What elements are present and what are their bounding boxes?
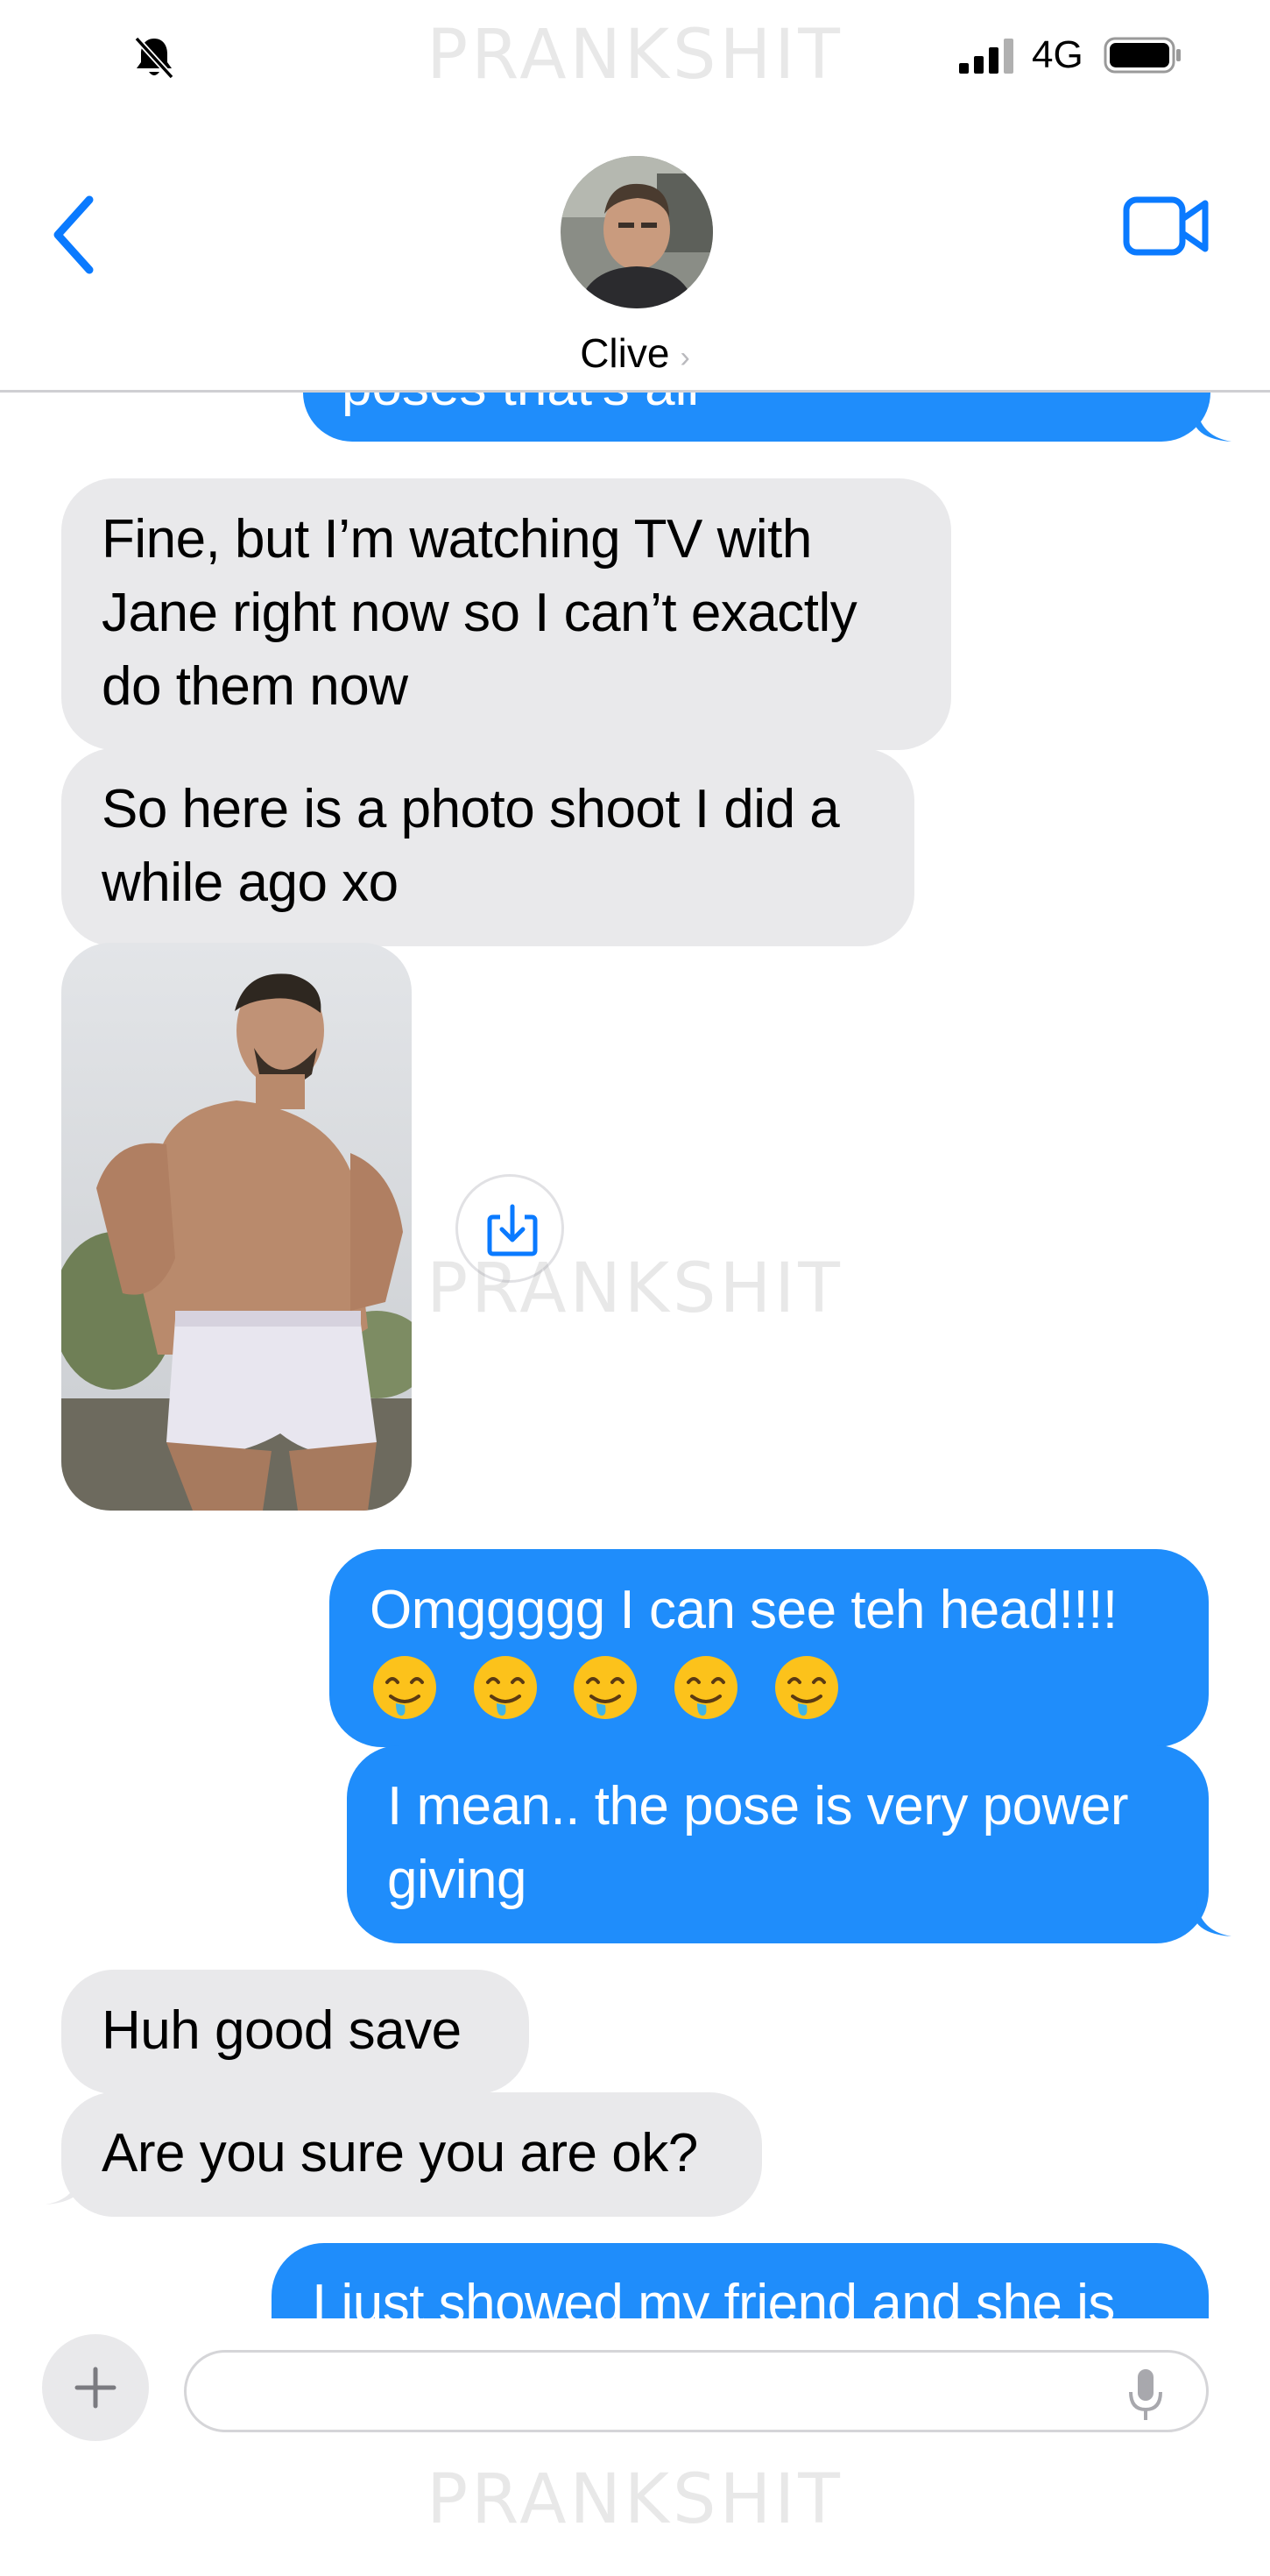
apps-button[interactable] (42, 2334, 149, 2441)
message-bubble-outgoing[interactable]: I mean.. the pose is very power giving (347, 1745, 1209, 1943)
message-text: So here is a photo shoot I did a while a… (102, 779, 840, 913)
message-bubble-incoming[interactable]: Are you sure you are ok? (61, 2092, 762, 2217)
message-text: I mean.. the pose is very power giving (387, 1776, 1129, 1910)
drooling-face-emoji (473, 1655, 537, 1719)
drooling-face-emoji (373, 1655, 436, 1719)
avatar[interactable] (561, 156, 713, 308)
message-bubble-incoming[interactable]: Fine, but I’m watching TV with Jane righ… (61, 478, 951, 750)
message-text: Huh good save (102, 2000, 462, 2061)
conversation-header: Clive › (0, 114, 1270, 393)
watermark-middle: PRANKSHIT (427, 1249, 843, 1328)
message-bubble-incoming[interactable]: So here is a photo shoot I did a while a… (61, 748, 914, 946)
message-text: I just showed my friend and she is (312, 2274, 1115, 2318)
message-text: Fine, but I’m watching TV with Jane righ… (102, 509, 857, 717)
message-text: Omggggg I can see teh head!!!! (370, 1580, 1118, 1640)
message-clip-bottom: I just showed my friend and she is (272, 2243, 1209, 2318)
contact-name-button[interactable]: Clive › (0, 329, 1270, 377)
contact-name: Clive (580, 330, 670, 376)
message-bubble-incoming[interactable]: Huh good save (61, 1970, 529, 2094)
emoji-row (370, 1647, 1168, 1721)
compose-bar (0, 2318, 1270, 2459)
message-text: Are you sure you are ok? (102, 2123, 698, 2183)
drooling-face-emoji (774, 1655, 838, 1719)
drooling-face-emoji (574, 1655, 638, 1719)
message-input[interactable] (184, 2350, 1209, 2432)
watermark-bottom: PRANKSHIT (427, 2460, 843, 2539)
chevron-right-icon: › (680, 341, 690, 374)
message-bubble-outgoing[interactable]: Omggggg I can see teh head!!!! (329, 1549, 1209, 1747)
drooling-face-emoji (674, 1655, 738, 1719)
video-camera-icon[interactable] (1123, 195, 1210, 258)
microphone-icon[interactable] (1126, 2367, 1165, 2424)
photo-attachment[interactable] (61, 943, 412, 1511)
chevron-left-icon[interactable] (49, 193, 98, 277)
plus-icon (74, 2367, 116, 2409)
bubble-tail (46, 2169, 81, 2204)
bubble-tail (1196, 407, 1231, 442)
watermark-top: PRANKSHIT (427, 16, 843, 95)
message-bubble-outgoing-partial[interactable]: I just showed my friend and she is (272, 2243, 1209, 2318)
bubble-tail (1196, 1901, 1231, 1936)
